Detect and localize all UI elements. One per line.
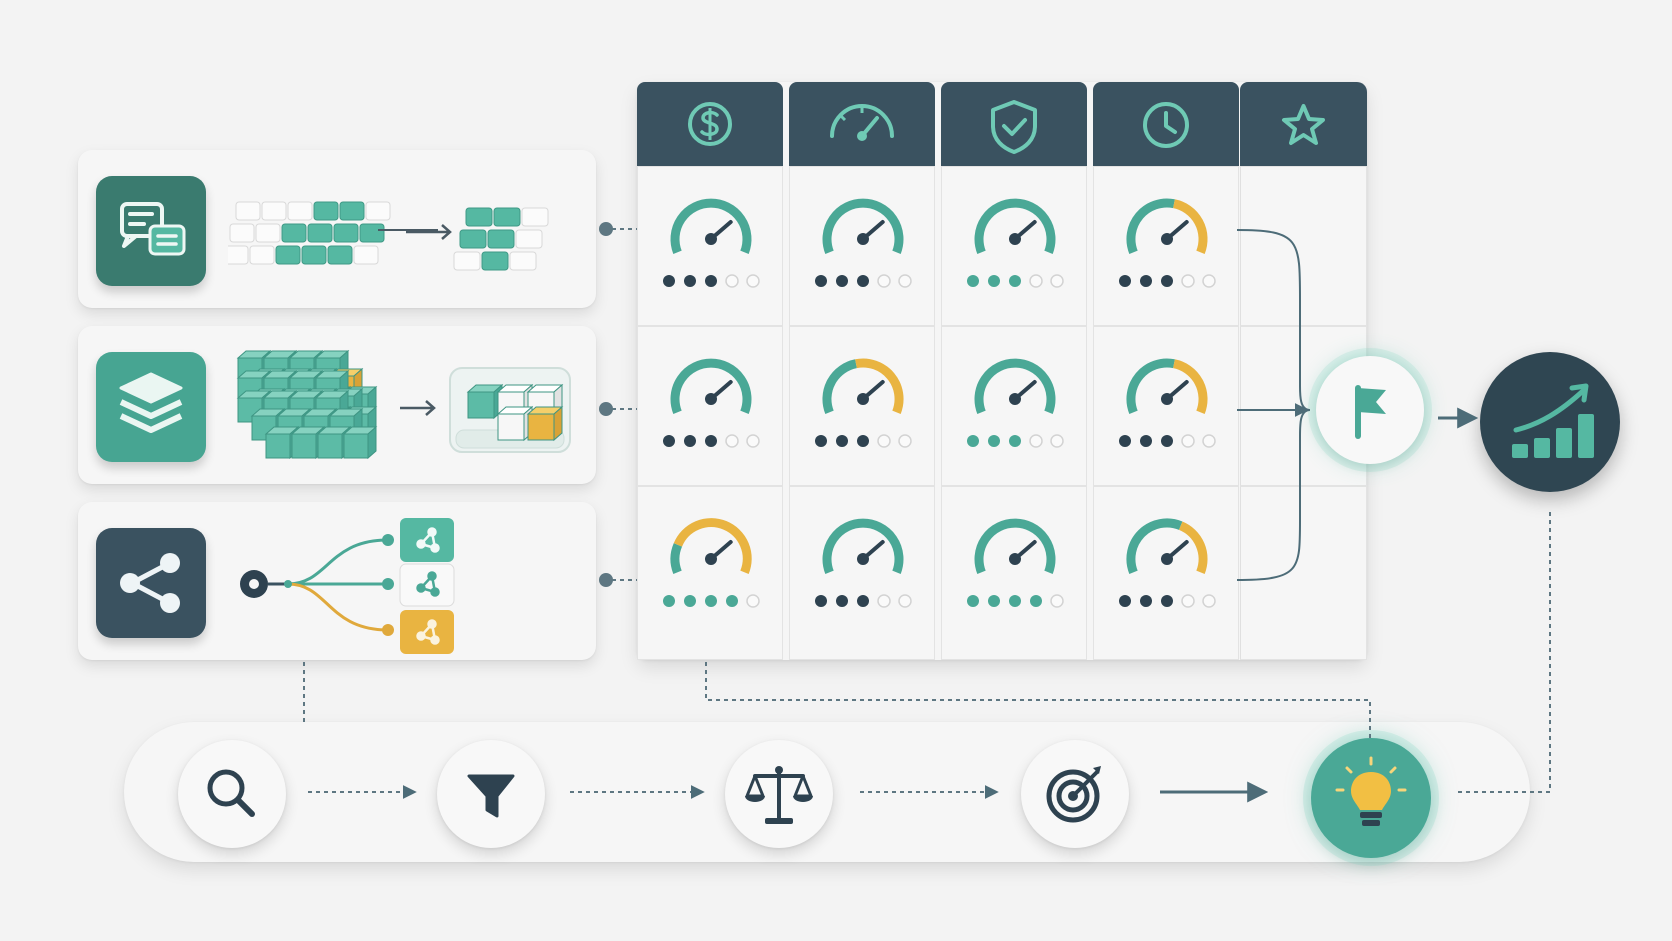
lightbulb-icon[interactable] bbox=[1311, 738, 1431, 858]
gauge-icon bbox=[815, 198, 912, 288]
gauge-icon bbox=[1119, 518, 1216, 608]
gauge-icon bbox=[967, 358, 1064, 448]
gauge-icon bbox=[663, 358, 760, 448]
speedometer-icon bbox=[789, 82, 935, 166]
gauge-icon bbox=[815, 518, 912, 608]
gauge-cell bbox=[1093, 486, 1239, 660]
gauge-cell bbox=[941, 326, 1087, 486]
growth-chart-icon[interactable] bbox=[1480, 352, 1620, 492]
gauge-cell bbox=[789, 326, 935, 486]
gauge-icon bbox=[967, 518, 1064, 608]
gauge-icon bbox=[815, 358, 912, 448]
structured-data-card[interactable] bbox=[78, 326, 596, 484]
branching-visual bbox=[240, 518, 455, 654]
gauge-cell bbox=[1093, 326, 1239, 486]
empty-cell bbox=[1240, 166, 1367, 326]
flag-icon[interactable] bbox=[1316, 356, 1424, 464]
dollar-icon bbox=[637, 82, 783, 166]
share-icon bbox=[96, 528, 206, 638]
gauge-icon bbox=[1119, 358, 1216, 448]
gauge-cell bbox=[789, 166, 935, 326]
chat-icon bbox=[96, 176, 206, 286]
search-icon[interactable] bbox=[178, 740, 286, 848]
star-icon bbox=[1240, 82, 1367, 166]
shield-check-icon bbox=[941, 82, 1087, 166]
text-data-card[interactable] bbox=[78, 150, 596, 308]
target-icon[interactable] bbox=[1021, 740, 1129, 848]
layers-icon bbox=[96, 352, 206, 462]
cube-stack-visual bbox=[236, 349, 571, 460]
diagram-stage bbox=[0, 0, 1672, 941]
token-grid-visual bbox=[228, 201, 549, 271]
gauge-icon bbox=[967, 198, 1064, 288]
clock-icon bbox=[1093, 82, 1239, 166]
gauge-cell bbox=[637, 166, 783, 326]
empty-cell bbox=[1240, 486, 1367, 660]
gauge-icon bbox=[663, 198, 760, 288]
gauge-icon bbox=[663, 518, 760, 608]
gauge-cell bbox=[941, 166, 1087, 326]
gauge-cell bbox=[941, 486, 1087, 660]
filter-icon[interactable] bbox=[437, 740, 545, 848]
balance-scale-icon[interactable] bbox=[725, 740, 833, 848]
gauge-cell bbox=[637, 326, 783, 486]
gauge-cell bbox=[637, 486, 783, 660]
gauge-cell bbox=[789, 486, 935, 660]
gauge-icon bbox=[1119, 198, 1216, 288]
gauge-cell bbox=[1093, 166, 1239, 326]
graph-data-card[interactable] bbox=[78, 502, 596, 660]
